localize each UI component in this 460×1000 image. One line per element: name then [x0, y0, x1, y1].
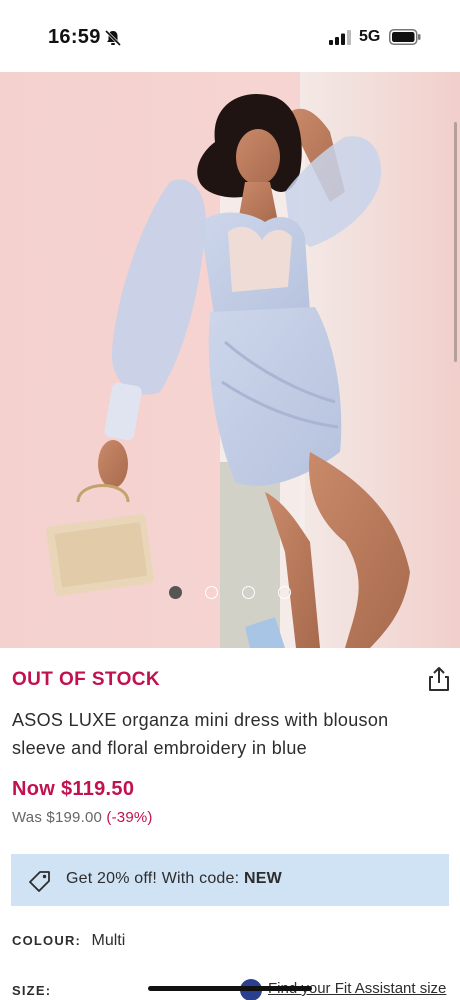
price-was-label: Was $199.00	[12, 809, 103, 826]
share-icon[interactable]	[425, 665, 453, 693]
product-photo	[0, 72, 460, 648]
price-now: Now $119.50	[12, 778, 135, 800]
bell-slash-icon	[104, 29, 122, 47]
price-discount: (-39%)	[106, 809, 153, 826]
promo-banner[interactable]: Get 20% off! With code: NEW	[11, 854, 449, 906]
tag-icon	[29, 871, 50, 892]
stock-status: OUT OF STOCK	[12, 669, 161, 690]
price-was: Was $199.00 (-39%)	[12, 809, 153, 826]
colour-row: COLOUR: Multi	[12, 932, 125, 950]
image-carousel-dots	[0, 586, 460, 600]
status-bar: 16:59 5G	[0, 0, 460, 72]
status-time: 16:59	[48, 26, 101, 48]
carousel-dot[interactable]	[242, 586, 255, 599]
battery-icon	[389, 29, 421, 45]
colour-value: Multi	[91, 932, 126, 949]
carousel-dot[interactable]	[169, 586, 182, 599]
carousel-dot[interactable]	[278, 586, 291, 599]
promo-code: NEW	[243, 870, 282, 887]
home-indicator	[148, 986, 312, 991]
colour-label: COLOUR:	[12, 933, 82, 948]
size-label: SIZE:	[12, 983, 52, 998]
promo-message: Get 20% off! With code:	[66, 870, 244, 887]
promo-text: Get 20% off! With code: NEW	[66, 870, 282, 888]
product-title: ASOS LUXE organza mini dress with blouso…	[12, 710, 389, 758]
product-image[interactable]	[0, 72, 460, 648]
signal-icon	[329, 30, 351, 45]
network-label: 5G	[359, 28, 381, 45]
carousel-dot[interactable]	[205, 586, 218, 599]
